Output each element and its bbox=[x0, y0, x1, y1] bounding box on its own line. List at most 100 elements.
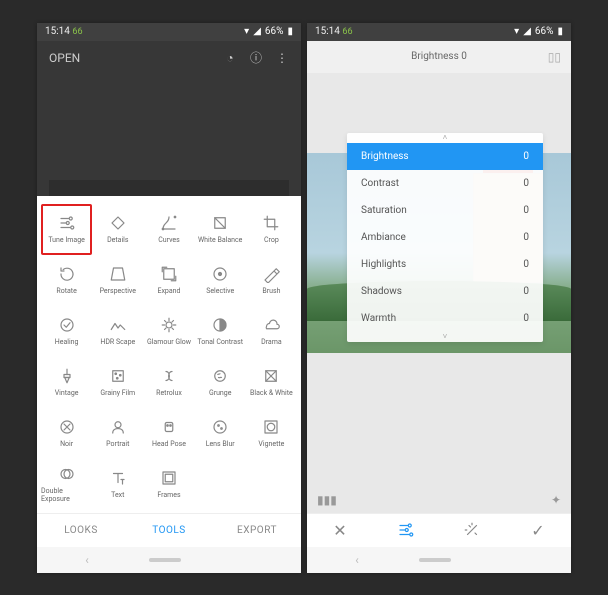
cancel-button[interactable]: ✕ bbox=[307, 521, 373, 540]
tool-hdr[interactable]: HDR Scape bbox=[92, 306, 143, 357]
tab-looks[interactable]: LOOKS bbox=[37, 514, 125, 547]
slider-row-highlights[interactable]: Highlights0 bbox=[347, 251, 543, 278]
tool-details[interactable]: Details bbox=[92, 204, 143, 255]
tool-expand[interactable]: Expand bbox=[143, 255, 194, 306]
tool-glow[interactable]: Glamour Glow bbox=[143, 306, 194, 357]
tool-label: Double Exposure bbox=[41, 487, 92, 503]
apply-button[interactable]: ✓ bbox=[505, 521, 571, 540]
tool-grain[interactable]: Grainy Film bbox=[92, 357, 143, 408]
tool-healing[interactable]: Healing bbox=[41, 306, 92, 357]
tool-rotate[interactable]: Rotate bbox=[41, 255, 92, 306]
tool-perspective[interactable]: Perspective bbox=[92, 255, 143, 306]
status-time: 15:14 bbox=[45, 26, 70, 37]
tool-label: Tonal Contrast bbox=[197, 338, 243, 346]
tool-drama[interactable]: Drama bbox=[246, 306, 297, 357]
expand-icon bbox=[160, 265, 178, 283]
android-navbar: ‹ bbox=[307, 547, 571, 573]
tool-label: Black & White bbox=[250, 389, 293, 397]
slider-value: 0 bbox=[523, 205, 529, 216]
slider-value: 0 bbox=[523, 151, 529, 162]
details-icon bbox=[109, 214, 127, 232]
slider-row-contrast[interactable]: Contrast0 bbox=[347, 170, 543, 197]
slider-row-brightness[interactable]: Brightness 0 bbox=[347, 143, 543, 170]
image-placeholder bbox=[49, 180, 289, 196]
slider-row-shadows[interactable]: Shadows0 bbox=[347, 278, 543, 305]
nav-home-icon[interactable] bbox=[419, 558, 451, 562]
style-icon[interactable]: ◔ bbox=[223, 51, 237, 65]
tool-label: Portrait bbox=[106, 440, 129, 448]
tool-label: Glamour Glow bbox=[147, 338, 191, 346]
slider-panel[interactable]: ˄ Brightness0Contrast0Saturation0Ambianc… bbox=[347, 133, 543, 342]
adjustment-header: Brightness 0 ▯▯ bbox=[307, 41, 571, 73]
info-icon[interactable]: ⓘ bbox=[249, 51, 263, 65]
tool-curves[interactable]: Curves bbox=[143, 204, 194, 255]
compare-icon[interactable]: ▯▯ bbox=[548, 50, 561, 64]
tool-label: Head Pose bbox=[152, 440, 186, 448]
auto-icon[interactable] bbox=[439, 521, 505, 539]
tab-tools[interactable]: TOOLS bbox=[125, 514, 213, 547]
slider-value: 0 bbox=[523, 313, 529, 324]
hdr-icon bbox=[109, 316, 127, 334]
tool-label: Vignette bbox=[258, 440, 284, 448]
android-navbar: ‹ bbox=[37, 547, 301, 573]
tool-tonal[interactable]: Tonal Contrast bbox=[195, 306, 246, 357]
tool-retro[interactable]: Retrolux bbox=[143, 357, 194, 408]
frames-icon bbox=[160, 469, 178, 487]
tool-vignette[interactable]: Vignette bbox=[246, 408, 297, 459]
tab-export[interactable]: EXPORT bbox=[213, 514, 301, 547]
battery-icon: ▮ bbox=[557, 26, 563, 37]
status-ticker: 66 bbox=[72, 27, 82, 37]
tool-label: White Balance bbox=[198, 236, 242, 244]
slider-value: 0 bbox=[523, 259, 529, 270]
tool-tune[interactable]: Tune Image bbox=[41, 204, 92, 255]
nav-home-icon[interactable] bbox=[149, 558, 181, 562]
phone-left: 15:14 66 ▾ ◢ 66% ▮ OPEN ◔ ⓘ ⋮ Tune Image… bbox=[37, 23, 301, 573]
slider-row-ambiance[interactable]: Ambiance0 bbox=[347, 224, 543, 251]
slider-name: Brightness bbox=[361, 151, 409, 162]
status-bar: 15:14 66 ▾ ◢ 66% ▮ bbox=[307, 23, 571, 41]
tool-label: Vintage bbox=[55, 389, 79, 397]
tool-vintage[interactable]: Vintage bbox=[41, 357, 92, 408]
tool-label: Crop bbox=[264, 236, 279, 244]
tool-brush[interactable]: Brush bbox=[246, 255, 297, 306]
tool-headpose[interactable]: Head Pose bbox=[143, 408, 194, 459]
tool-label: Rotate bbox=[56, 287, 76, 295]
glow-icon bbox=[160, 316, 178, 334]
slider-name: Saturation bbox=[361, 205, 407, 216]
tool-crop[interactable]: Crop bbox=[246, 204, 297, 255]
tool-label: Retrolux bbox=[156, 389, 182, 397]
tool-label: Grunge bbox=[209, 389, 232, 397]
more-icon[interactable]: ⋮ bbox=[275, 51, 289, 65]
nav-back-icon[interactable]: ‹ bbox=[85, 553, 89, 567]
tool-lensblur[interactable]: Lens Blur bbox=[195, 408, 246, 459]
wb-icon bbox=[211, 214, 229, 232]
tool-selective[interactable]: Selective bbox=[195, 255, 246, 306]
tool-label: Healing bbox=[55, 338, 79, 346]
bookmark-icon[interactable]: ✦ bbox=[551, 493, 561, 507]
tool-wb[interactable]: White Balance bbox=[195, 204, 246, 255]
tool-portrait[interactable]: Portrait bbox=[92, 408, 143, 459]
tool-dblexp[interactable]: Double Exposure bbox=[41, 459, 92, 510]
histogram-icon[interactable]: ▮▮▮ bbox=[317, 493, 337, 507]
wifi-icon: ▾ bbox=[514, 26, 519, 37]
slider-name: Warmth bbox=[361, 313, 396, 324]
tool-label: Grainy Film bbox=[100, 389, 135, 397]
tool-grunge[interactable]: Grunge bbox=[195, 357, 246, 408]
tool-frames[interactable]: Frames bbox=[143, 459, 194, 510]
tool-label: Noir bbox=[60, 440, 73, 448]
image-canvas[interactable]: ˄ Brightness0Contrast0Saturation0Ambianc… bbox=[307, 73, 571, 513]
vignette-icon bbox=[262, 418, 280, 436]
status-time: 15:14 bbox=[315, 26, 340, 37]
tune-icon[interactable] bbox=[373, 521, 439, 539]
nav-back-icon[interactable]: ‹ bbox=[355, 553, 359, 567]
open-button[interactable]: OPEN bbox=[49, 51, 80, 65]
slider-row-saturation[interactable]: Saturation 0 bbox=[347, 197, 543, 224]
tool-text[interactable]: Text bbox=[92, 459, 143, 510]
slider-row-warmth[interactable]: Warmth 0 bbox=[347, 305, 543, 332]
bw-icon bbox=[262, 367, 280, 385]
dimmed-header: OPEN ◔ ⓘ ⋮ bbox=[37, 41, 301, 196]
chevron-down-icon: ˅ bbox=[347, 332, 543, 342]
tool-bw[interactable]: Black & White bbox=[246, 357, 297, 408]
tool-noir[interactable]: Noir bbox=[41, 408, 92, 459]
slider-name: Contrast bbox=[361, 178, 399, 189]
